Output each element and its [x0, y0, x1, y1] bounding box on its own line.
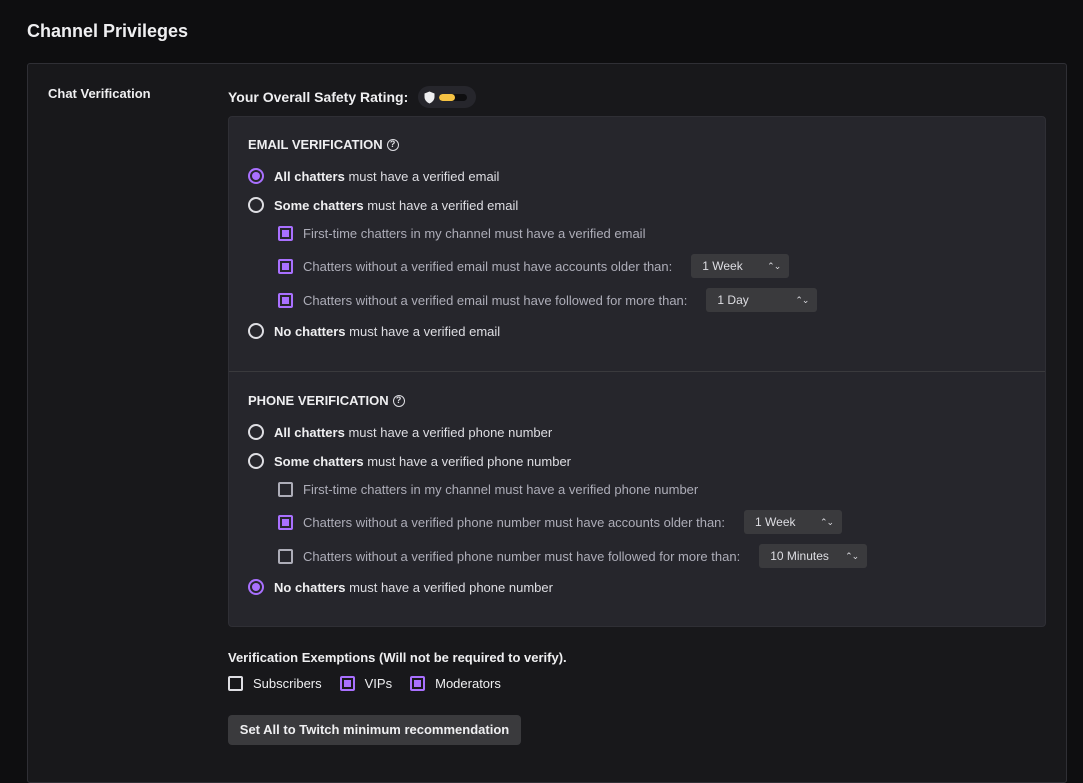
- phone-option-some[interactable]: Some chatters must have a verified phone…: [248, 453, 571, 469]
- option-rest: must have a verified email: [349, 323, 501, 339]
- option-rest: must have a verified phone number: [348, 424, 553, 440]
- select-value: 1 Day: [717, 293, 749, 307]
- phone-option-none[interactable]: No chatters must have a verified phone n…: [248, 579, 553, 595]
- checkbox-label: Chatters without a verified email must h…: [303, 292, 688, 308]
- safety-rating-meter[interactable]: [418, 86, 477, 108]
- radio-email-some[interactable]: [248, 197, 264, 213]
- radio-phone-none[interactable]: [248, 579, 264, 595]
- exemptions-title: Verification Exemptions (Will not be req…: [228, 650, 567, 665]
- page-title: Channel Privileges: [27, 21, 189, 41]
- radio-email-all[interactable]: [248, 168, 264, 184]
- phone-sub-first-time[interactable]: First-time chatters in my channel must h…: [278, 482, 698, 497]
- chat-verification-panel: Chat Verification Your Overall Safety Ra…: [27, 63, 1067, 783]
- option-rest: must have a verified phone number: [367, 453, 572, 469]
- chevron-updown-icon: ⌃⌄: [819, 516, 834, 527]
- safety-rating-label: Your Overall Safety Rating:: [228, 89, 409, 105]
- option-strong: Some chatters: [274, 197, 364, 213]
- phone-sub-follow-age[interactable]: Chatters without a verified phone number…: [278, 544, 868, 568]
- email-sub-account-age[interactable]: Chatters without a verified email must h…: [278, 254, 790, 278]
- follow-age-select[interactable]: 1 Day ⌃⌄: [706, 288, 818, 312]
- email-option-all[interactable]: All chatters must have a verified email: [248, 168, 499, 184]
- set-minimum-recommendation-button[interactable]: Set All to Twitch minimum recommendation: [228, 715, 521, 745]
- option-strong: No chatters: [274, 323, 346, 339]
- follow-age-select[interactable]: 10 Minutes ⌃⌄: [759, 544, 868, 568]
- option-strong: No chatters: [274, 579, 346, 595]
- email-sub-first-time[interactable]: First-time chatters in my channel must h…: [278, 226, 645, 241]
- exemptions-row: Subscribers VIPs Moderators: [228, 676, 509, 691]
- option-strong: Some chatters: [274, 453, 364, 469]
- phone-sub-account-age[interactable]: Chatters without a verified phone number…: [278, 510, 843, 534]
- checkbox[interactable]: [278, 482, 293, 497]
- help-icon[interactable]: ?: [392, 394, 405, 407]
- section-label: Chat Verification: [48, 86, 151, 101]
- radio-email-none[interactable]: [248, 323, 264, 339]
- checkbox-label: Chatters without a verified email must h…: [303, 258, 673, 274]
- chevron-updown-icon: ⌃⌄: [767, 260, 781, 271]
- option-rest: must have a verified email: [348, 168, 500, 184]
- option-rest: must have a verified email: [367, 197, 519, 213]
- checkbox[interactable]: [278, 292, 293, 308]
- safety-rating-fill: [439, 93, 455, 101]
- checkbox-label: First-time chatters in my channel must h…: [303, 482, 699, 497]
- checkbox[interactable]: [339, 676, 355, 691]
- phone-verification-label: PHONE VERIFICATION: [248, 393, 389, 408]
- exemption-label: Moderators: [435, 676, 501, 691]
- help-icon[interactable]: ?: [386, 138, 399, 151]
- account-age-select[interactable]: 1 Week ⌃⌄: [744, 510, 843, 534]
- option-strong: All chatters: [274, 424, 345, 440]
- checkbox-label: Chatters without a verified phone number…: [303, 548, 741, 564]
- select-value: 1 Week: [702, 259, 743, 273]
- exemption-subscribers[interactable]: Subscribers: [228, 676, 322, 691]
- checkbox-label: Chatters without a verified phone number…: [303, 514, 726, 530]
- chevron-updown-icon: ⌃⌄: [845, 550, 859, 561]
- checkbox[interactable]: [278, 226, 293, 241]
- checkbox[interactable]: [228, 676, 243, 691]
- exemption-moderators[interactable]: Moderators: [410, 676, 501, 691]
- email-option-none[interactable]: No chatters must have a verified email: [248, 323, 500, 339]
- checkbox-label: First-time chatters in my channel must h…: [303, 226, 646, 241]
- checkbox[interactable]: [278, 258, 293, 274]
- divider: [229, 371, 1045, 372]
- shield-icon: [424, 91, 435, 103]
- option-rest: must have a verified phone number: [349, 579, 553, 595]
- exemption-vips[interactable]: VIPs: [339, 676, 393, 691]
- checkbox[interactable]: [410, 676, 426, 691]
- verification-box: EMAIL VERIFICATION ? All chatters must h…: [228, 116, 1046, 627]
- exemption-label: VIPs: [364, 676, 393, 691]
- email-sub-follow-age[interactable]: Chatters without a verified email must h…: [278, 288, 818, 312]
- phone-option-all[interactable]: All chatters must have a verified phone …: [248, 424, 552, 440]
- phone-verification-title: PHONE VERIFICATION ?: [248, 393, 405, 408]
- email-verification-label: EMAIL VERIFICATION: [248, 137, 383, 152]
- checkbox[interactable]: [278, 514, 293, 530]
- select-value: 10 Minutes: [770, 549, 829, 563]
- select-value: 1 Week: [755, 515, 796, 529]
- email-verification-title: EMAIL VERIFICATION ?: [248, 137, 399, 152]
- chevron-updown-icon: ⌃⌄: [795, 294, 809, 305]
- checkbox[interactable]: [278, 548, 293, 564]
- safety-rating-bar: [439, 93, 468, 101]
- exemption-label: Subscribers: [253, 676, 322, 691]
- radio-phone-some[interactable]: [248, 453, 264, 469]
- account-age-select[interactable]: 1 Week ⌃⌄: [691, 254, 790, 278]
- option-strong: All chatters: [274, 168, 345, 184]
- radio-phone-all[interactable]: [248, 424, 264, 440]
- email-option-some[interactable]: Some chatters must have a verified email: [248, 197, 518, 213]
- safety-rating: Your Overall Safety Rating:: [228, 86, 477, 108]
